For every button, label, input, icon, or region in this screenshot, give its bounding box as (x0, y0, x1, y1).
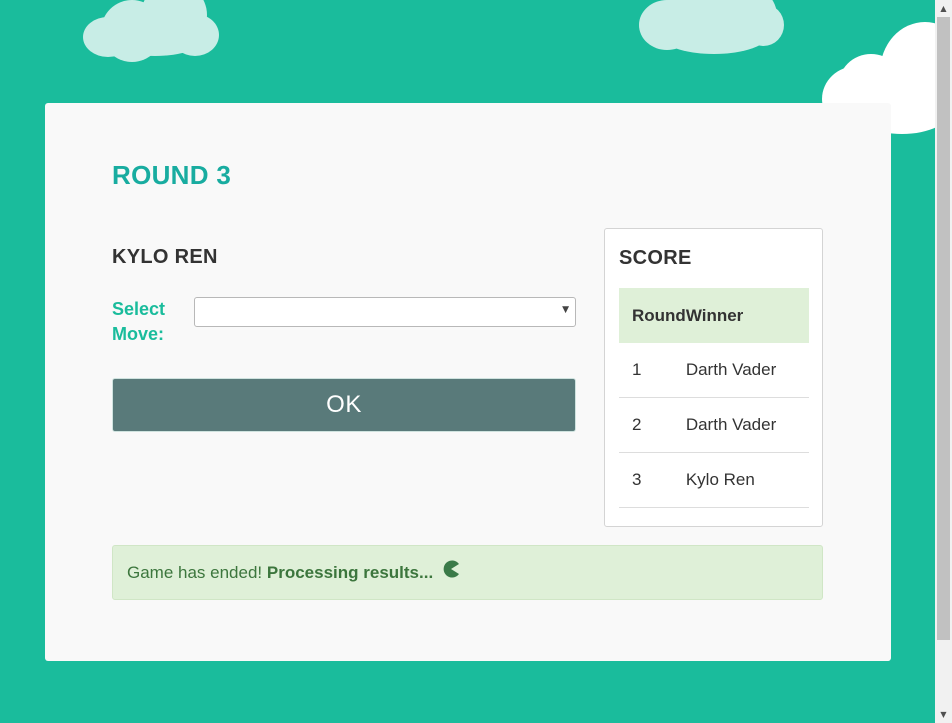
table-row: 3 Kylo Ren (619, 452, 809, 508)
player-name: KYLO REN (112, 246, 218, 268)
round-cell: 2 (619, 397, 686, 453)
table-header-row: Round Winner (619, 288, 809, 343)
round-cell: 3 (619, 452, 686, 508)
score-title: SCORE (619, 247, 692, 269)
scroll-up-arrow-icon[interactable]: ▲ (935, 0, 952, 17)
column-header-winner: Winner (685, 288, 809, 343)
table-row: 1 Darth Vader (619, 343, 809, 398)
cloud-decoration (639, 0, 784, 56)
alert-text: Game has ended! (127, 563, 263, 582)
round-cell: 1 (619, 343, 686, 398)
scroll-down-arrow-icon[interactable]: ▼ (935, 706, 952, 723)
move-label: Select Move: (112, 299, 166, 344)
vertical-scrollbar[interactable]: ▲ ▼ (935, 0, 952, 723)
chevron-down-icon: ▼ (562, 305, 569, 315)
move-select[interactable]: ▼ (194, 297, 576, 327)
pacman-loader-icon (442, 546, 460, 599)
round-title: ROUND 3 (112, 160, 232, 190)
game-panel: ROUND 3 KYLO REN Select Move: ▼ OK SCORE… (45, 103, 891, 661)
alert-strong-text: Processing results... (266, 563, 434, 582)
column-header-round: Round (619, 288, 686, 343)
winner-cell: Darth Vader (685, 343, 809, 398)
winner-cell: Kylo Ren (685, 452, 809, 508)
score-table: Round Winner 1 Darth Vader 2 Darth Vader… (619, 288, 809, 508)
scrollbar-thumb[interactable] (937, 17, 950, 640)
status-alert: Game has ended! Processing results... (112, 545, 823, 600)
winner-cell: Darth Vader (685, 397, 809, 453)
cloud-decoration (83, 0, 219, 64)
score-panel: SCORE Round Winner 1 Darth Vader 2 Darth… (604, 228, 823, 527)
table-row: 2 Darth Vader (619, 397, 809, 453)
ok-button[interactable]: OK (112, 378, 576, 432)
